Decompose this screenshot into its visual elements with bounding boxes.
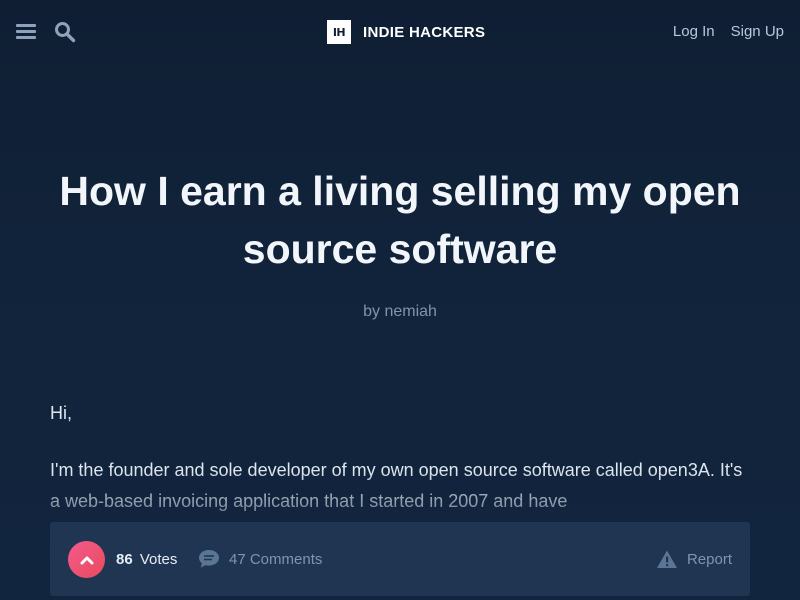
upvote-button[interactable] bbox=[68, 541, 105, 578]
menu-icon-bar bbox=[16, 24, 36, 27]
vote-count-number: 86 bbox=[116, 551, 133, 568]
brand-logo: IH bbox=[327, 20, 351, 44]
comments-label: 47 Comments bbox=[229, 550, 323, 568]
post-paragraph: I'm the founder and sole developer of my… bbox=[50, 460, 743, 511]
post-title: How I earn a living selling my open sour… bbox=[59, 168, 741, 272]
menu-icon-bar bbox=[16, 36, 36, 39]
brand-name: INDIE HACKERS bbox=[363, 23, 486, 41]
report-label: Report bbox=[686, 550, 732, 568]
menu-icon[interactable] bbox=[14, 21, 38, 43]
warning-triangle-icon bbox=[656, 550, 677, 568]
author-link[interactable]: nemiah bbox=[384, 303, 436, 320]
post-action-bar: 86 Votes 47 Comments Report bbox=[50, 522, 750, 596]
top-nav: IH INDIE HACKERS Log In Sign Up bbox=[0, 0, 800, 64]
search-icon[interactable] bbox=[54, 21, 78, 45]
vote-count: 86 Votes bbox=[116, 551, 177, 568]
chevron-up-icon bbox=[80, 556, 93, 564]
search-icon-graphic bbox=[55, 22, 76, 43]
speech-bubble-icon bbox=[199, 550, 219, 568]
report-button[interactable]: Report bbox=[656, 549, 732, 569]
login-link[interactable]: Log In bbox=[673, 23, 715, 40]
page: IH INDIE HACKERS Log In Sign Up How I ea… bbox=[0, 0, 800, 600]
signup-link[interactable]: Sign Up bbox=[731, 23, 784, 40]
byline-prefix: by bbox=[363, 303, 380, 320]
brand-link[interactable]: IH INDIE HACKERS bbox=[327, 20, 485, 44]
post-byline: by nemiah bbox=[0, 303, 800, 321]
auth-links: Log In Sign Up bbox=[673, 23, 784, 40]
menu-icon-bar bbox=[16, 30, 36, 33]
votes-label: Votes bbox=[139, 551, 178, 568]
comments-link[interactable]: 47 Comments bbox=[198, 549, 322, 569]
post-greeting: Hi, bbox=[50, 403, 72, 423]
post-body: Hi, I'm the founder and sole developer o… bbox=[50, 398, 750, 517]
